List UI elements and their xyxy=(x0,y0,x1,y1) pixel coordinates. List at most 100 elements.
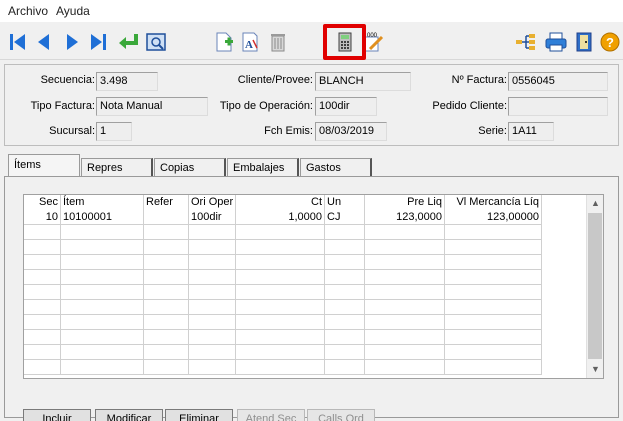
empty-cell[interactable] xyxy=(144,360,189,375)
next-record-icon[interactable] xyxy=(60,30,84,54)
empty-cell[interactable] xyxy=(144,240,189,255)
new-document-icon[interactable] xyxy=(212,30,236,54)
empty-cell[interactable] xyxy=(24,285,61,300)
table-cell-un[interactable]: CJ xyxy=(325,210,365,225)
tab-copias[interactable]: Copias xyxy=(154,158,226,176)
empty-cell[interactable] xyxy=(445,300,542,315)
empty-cell[interactable] xyxy=(325,240,365,255)
n-factura-field[interactable]: 0556045 xyxy=(508,72,608,91)
empty-cell[interactable] xyxy=(445,240,542,255)
empty-cell[interactable] xyxy=(445,255,542,270)
sucursal-field[interactable]: 1 xyxy=(96,122,132,141)
empty-cell[interactable] xyxy=(189,345,236,360)
cliente-field[interactable]: BLANCH xyxy=(315,72,411,91)
empty-cell[interactable] xyxy=(61,360,144,375)
empty-cell[interactable] xyxy=(236,315,325,330)
empty-cell[interactable] xyxy=(236,225,325,240)
empty-cell[interactable] xyxy=(189,255,236,270)
empty-cell[interactable] xyxy=(445,225,542,240)
grid-scrollbar[interactable]: ▲ ▼ xyxy=(586,195,603,378)
empty-cell[interactable] xyxy=(236,360,325,375)
empty-cell[interactable] xyxy=(236,255,325,270)
menu-archivo[interactable]: Archivo xyxy=(4,4,52,18)
modificar-button[interactable]: Modificar xyxy=(95,409,163,421)
eliminar-button[interactable]: Eliminar xyxy=(165,409,233,421)
prev-record-icon[interactable] xyxy=(32,30,56,54)
column-header-ct[interactable]: Ct xyxy=(236,195,325,210)
column-header-item[interactable]: Ítem xyxy=(61,195,144,210)
empty-cell[interactable] xyxy=(325,330,365,345)
scroll-up-icon[interactable]: ▲ xyxy=(587,195,603,211)
empty-cell[interactable] xyxy=(365,285,445,300)
serie-field[interactable]: 1A11 xyxy=(508,122,554,141)
empty-cell[interactable] xyxy=(325,315,365,330)
tab-items[interactable]: Ítems xyxy=(8,154,80,176)
fch-emis-field[interactable]: 08/03/2019 xyxy=(315,122,387,141)
column-header-un[interactable]: Un xyxy=(325,195,365,210)
print-icon[interactable] xyxy=(544,30,568,54)
secuencia-field[interactable]: 3.498 xyxy=(96,72,158,91)
empty-cell[interactable] xyxy=(189,360,236,375)
empty-cell[interactable] xyxy=(236,240,325,255)
empty-cell[interactable] xyxy=(189,285,236,300)
first-record-icon[interactable] xyxy=(6,30,30,54)
empty-cell[interactable] xyxy=(325,360,365,375)
empty-cell[interactable] xyxy=(236,345,325,360)
empty-cell[interactable] xyxy=(445,315,542,330)
tree-icon[interactable] xyxy=(514,30,538,54)
trash-icon[interactable] xyxy=(266,30,290,54)
column-header-sec[interactable]: Sec xyxy=(24,195,61,210)
help-icon[interactable]: ? xyxy=(598,30,622,54)
atend-sec-button[interactable]: Atend Sec xyxy=(237,409,305,421)
empty-cell[interactable] xyxy=(189,300,236,315)
table-cell-ori-oper[interactable]: 100dir xyxy=(189,210,236,225)
incluir-button[interactable]: Incluir xyxy=(23,409,91,421)
scroll-thumb[interactable] xyxy=(588,213,602,359)
empty-cell[interactable] xyxy=(325,255,365,270)
empty-cell[interactable] xyxy=(189,315,236,330)
empty-cell[interactable] xyxy=(61,240,144,255)
empty-cell[interactable] xyxy=(61,270,144,285)
table-cell-sec[interactable]: 10 xyxy=(24,210,61,225)
empty-cell[interactable] xyxy=(189,270,236,285)
empty-cell[interactable] xyxy=(189,240,236,255)
table-cell-refer[interactable] xyxy=(144,210,189,225)
empty-cell[interactable] xyxy=(236,300,325,315)
empty-cell[interactable] xyxy=(365,240,445,255)
empty-cell[interactable] xyxy=(24,255,61,270)
empty-cell[interactable] xyxy=(24,345,61,360)
empty-cell[interactable] xyxy=(325,285,365,300)
empty-cell[interactable] xyxy=(61,330,144,345)
return-icon[interactable] xyxy=(116,30,140,54)
empty-cell[interactable] xyxy=(24,270,61,285)
empty-cell[interactable] xyxy=(325,270,365,285)
pedido-cliente-field[interactable] xyxy=(508,97,608,116)
column-header-pre-liq[interactable]: Pre Liq xyxy=(365,195,445,210)
empty-cell[interactable] xyxy=(236,330,325,345)
tab-embalajes[interactable]: Embalajes xyxy=(227,158,299,176)
empty-cell[interactable] xyxy=(445,360,542,375)
empty-cell[interactable] xyxy=(24,225,61,240)
empty-cell[interactable] xyxy=(24,300,61,315)
empty-cell[interactable] xyxy=(445,270,542,285)
table-cell-pre-liq[interactable]: 123,0000 xyxy=(365,210,445,225)
empty-cell[interactable] xyxy=(144,255,189,270)
empty-cell[interactable] xyxy=(24,315,61,330)
empty-cell[interactable] xyxy=(144,345,189,360)
empty-cell[interactable] xyxy=(24,240,61,255)
empty-cell[interactable] xyxy=(24,330,61,345)
column-header-refer[interactable]: Refer xyxy=(144,195,189,210)
empty-cell[interactable] xyxy=(61,255,144,270)
empty-cell[interactable] xyxy=(325,345,365,360)
empty-cell[interactable] xyxy=(236,270,325,285)
empty-cell[interactable] xyxy=(189,225,236,240)
empty-cell[interactable] xyxy=(236,285,325,300)
column-header-ori-oper[interactable]: Ori Oper xyxy=(189,195,236,210)
table-cell-item[interactable]: 10100001 xyxy=(61,210,144,225)
empty-cell[interactable] xyxy=(445,285,542,300)
last-record-icon[interactable] xyxy=(86,30,110,54)
empty-cell[interactable] xyxy=(144,225,189,240)
empty-cell[interactable] xyxy=(24,360,61,375)
empty-cell[interactable] xyxy=(144,270,189,285)
tipo-factura-field[interactable]: Nota Manual xyxy=(96,97,208,116)
